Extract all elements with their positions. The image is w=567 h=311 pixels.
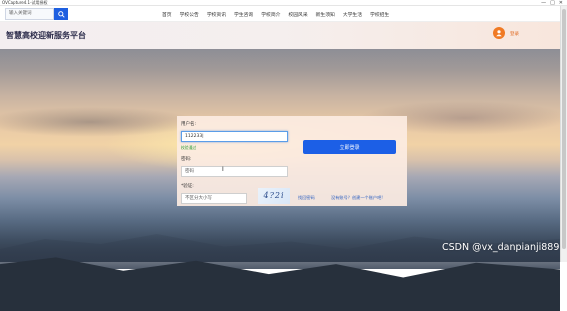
nav-link-home[interactable]: 首页	[162, 11, 172, 18]
nav-links: 首页 学校公告 学校资讯 学生咨询 学校简介 校园风采 新生须知 大学生活 学校…	[162, 6, 397, 22]
nav-link-announcements[interactable]: 学校公告	[180, 11, 199, 18]
username-label: 用户名:	[181, 122, 197, 127]
user-icon	[496, 30, 502, 37]
captcha-label: *验证:	[181, 184, 194, 189]
search-icon	[57, 10, 65, 18]
watermark: CSDN @vx_danpianji889	[442, 242, 560, 253]
username-valid-hint: 校验通过	[181, 145, 197, 150]
user-avatar[interactable]	[493, 27, 505, 39]
text-cursor-icon: I	[222, 166, 224, 173]
search-button[interactable]	[54, 8, 68, 20]
scrollbar-thumb[interactable]	[562, 9, 566, 249]
nav-link-campus[interactable]: 校园风采	[288, 11, 307, 18]
nav-link-life[interactable]: 大学生活	[343, 11, 362, 18]
vertical-scrollbar[interactable]	[560, 6, 567, 262]
window-title: OVCapture4.1-试用授权	[2, 0, 48, 5]
site-title: 智慧高校迎新服务平台	[6, 31, 86, 40]
nav-link-admission[interactable]: 学校招生	[370, 11, 389, 18]
nav-link-intro[interactable]: 学校简介	[261, 11, 280, 18]
password-label: 密码:	[181, 157, 192, 162]
header-band: 智慧高校迎新服务平台 登录	[0, 22, 560, 49]
password-field[interactable]: 密码	[181, 166, 288, 177]
register-link[interactable]: 没有账号？创建一个账户吧!	[331, 195, 383, 201]
username-field[interactable]: 112233|	[181, 131, 288, 142]
captcha-field[interactable]: 不区分大小写	[181, 193, 247, 204]
nav-link-consult[interactable]: 学生咨询	[234, 11, 253, 18]
header-login-link[interactable]: 登录	[510, 31, 519, 37]
cloud-decoration	[0, 107, 200, 137]
nav-link-news[interactable]: 学校资讯	[207, 11, 226, 18]
search-input[interactable]: 输入关键词	[5, 8, 54, 20]
login-button[interactable]: 立即登录	[303, 140, 396, 154]
captcha-image[interactable]: 4?2i	[258, 188, 290, 204]
top-nav-bar: 输入关键词 首页 学校公告 学校资讯 学生咨询 学校简介 校园风采 新生须知 大…	[0, 6, 567, 22]
forgot-password-link[interactable]: 找回密码	[298, 195, 315, 201]
nav-link-notice[interactable]: 新生须知	[316, 11, 335, 18]
